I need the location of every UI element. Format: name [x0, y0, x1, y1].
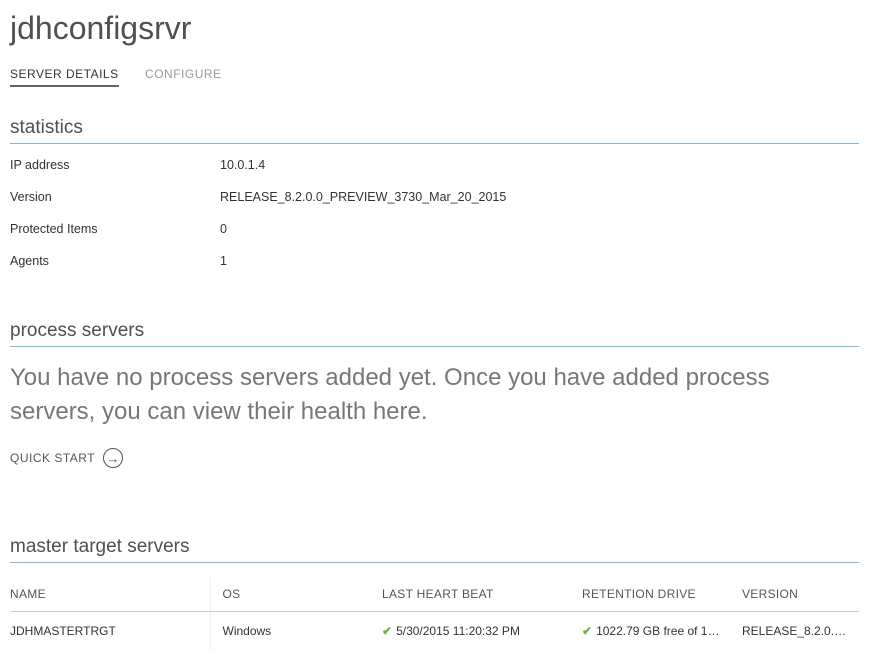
stat-label: Protected Items	[10, 222, 220, 236]
tabs-bar: SERVER DETAILS CONFIGURE	[10, 65, 859, 87]
stat-value: RELEASE_8.2.0.0_PREVIEW_3730_Mar_20_2015	[220, 190, 506, 204]
section-heading-process-servers: process servers	[10, 320, 859, 347]
cell-retention-drive: ✔ 1022.79 GB free of 1023.00 GB	[570, 612, 730, 651]
col-header-retention-drive[interactable]: RETENTION DRIVE	[570, 577, 730, 612]
stat-row-agents: Agents 1	[10, 254, 859, 268]
stat-value: 10.0.1.4	[220, 158, 265, 172]
cell-os: Windows	[210, 612, 370, 651]
stat-row-ip: IP address 10.0.1.4	[10, 158, 859, 172]
check-icon: ✔	[582, 624, 592, 638]
process-servers-empty-message: You have no process servers added yet. O…	[10, 361, 859, 428]
cell-hb-text: 5/30/2015 11:20:32 PM	[396, 624, 520, 638]
stat-label: Version	[10, 190, 220, 204]
cell-name: JDHMASTERTRGT	[10, 612, 210, 651]
master-target-table: NAME OS LAST HEART BEAT RETENTION DRIVE …	[10, 577, 859, 650]
cell-version: RELEASE_8.2.0.0_PREVIEW_3730_Mar_20_2015	[730, 612, 859, 651]
page-title: jdhconfigsrvr	[10, 10, 859, 47]
stat-row-version: Version RELEASE_8.2.0.0_PREVIEW_3730_Mar…	[10, 190, 859, 204]
stat-value: 1	[220, 254, 227, 268]
stat-label: Agents	[10, 254, 220, 268]
quick-start-label: QUICK START	[10, 451, 95, 465]
table-header-row: NAME OS LAST HEART BEAT RETENTION DRIVE …	[10, 577, 859, 612]
section-heading-master-target: master target servers	[10, 536, 859, 563]
col-header-name[interactable]: NAME	[10, 577, 210, 612]
col-header-os[interactable]: OS	[210, 577, 370, 612]
stat-label: IP address	[10, 158, 220, 172]
table-row[interactable]: JDHMASTERTRGT Windows ✔ 5/30/2015 11:20:3…	[10, 612, 859, 651]
quick-start-button[interactable]: QUICK START →	[10, 448, 123, 468]
section-heading-statistics: statistics	[10, 117, 859, 144]
tab-server-details[interactable]: SERVER DETAILS	[10, 67, 119, 87]
stat-row-protected: Protected Items 0	[10, 222, 859, 236]
cell-last-heart-beat: ✔ 5/30/2015 11:20:32 PM	[370, 612, 570, 651]
check-icon: ✔	[382, 624, 392, 638]
cell-ret-text: 1022.79 GB free of 1023.00 GB	[596, 624, 730, 638]
col-header-last-heart-beat[interactable]: LAST HEART BEAT	[370, 577, 570, 612]
tab-configure[interactable]: CONFIGURE	[145, 67, 222, 85]
arrow-right-circle-icon: →	[103, 448, 123, 468]
col-header-version[interactable]: VERSION	[730, 577, 859, 612]
stat-value: 0	[220, 222, 227, 236]
